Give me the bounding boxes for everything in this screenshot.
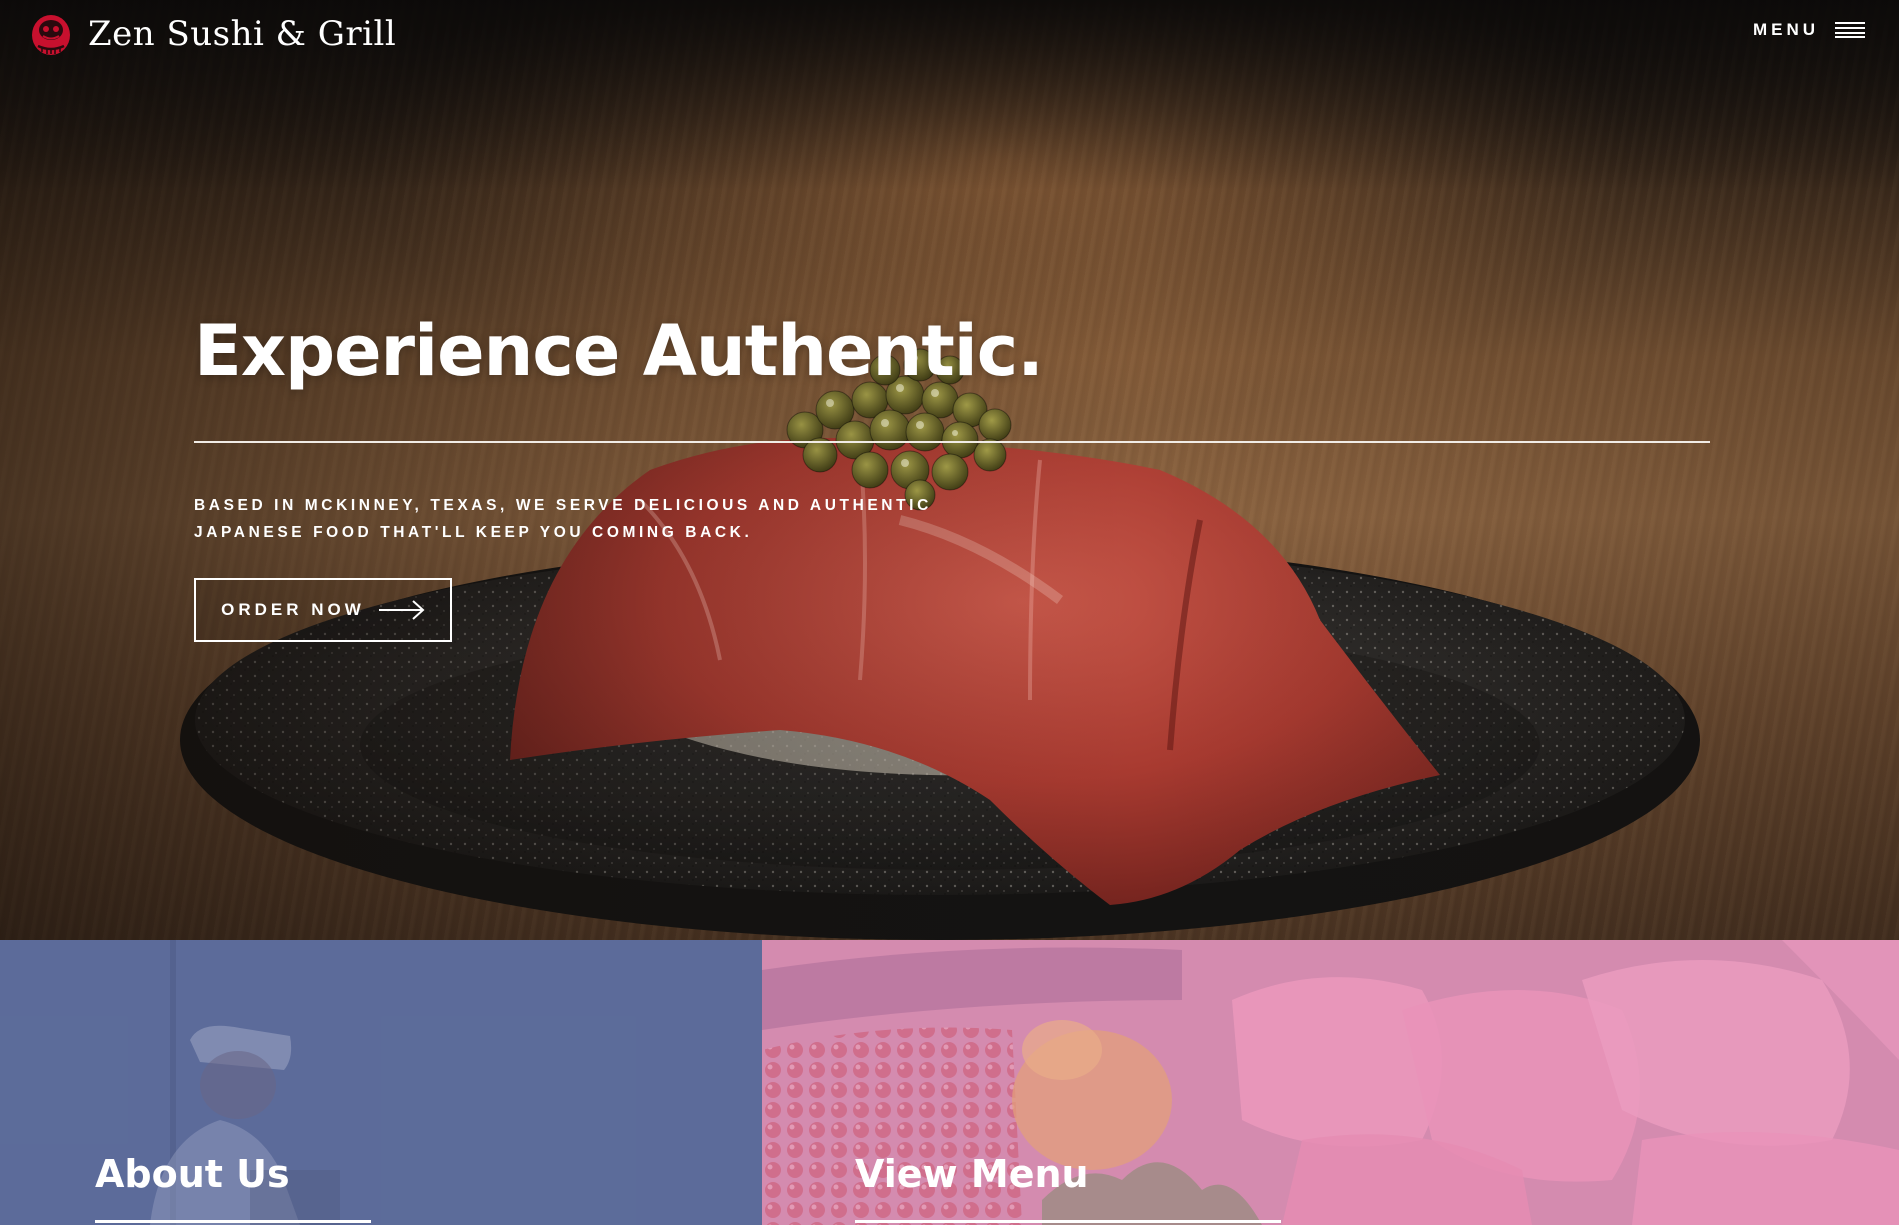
menu-label: MENU bbox=[1752, 20, 1819, 39]
hero-tagline: Based in McKinney, Texas, we serve delic… bbox=[194, 497, 932, 541]
hamburger-icon bbox=[1835, 22, 1865, 38]
order-now-label: ORDER NOW bbox=[221, 600, 365, 619]
daruma-icon bbox=[32, 15, 70, 55]
menu-button[interactable]: MENU bbox=[1753, 20, 1865, 40]
view-menu-panel[interactable]: View Menu bbox=[762, 940, 1899, 1225]
about-us-panel[interactable]: About Us bbox=[0, 940, 762, 1225]
hero-section: Zen Sushi & Grill MENU Experience Authen… bbox=[0, 0, 1899, 940]
about-us-title: About Us bbox=[95, 1152, 290, 1196]
brand-logo-link[interactable]: Zen Sushi & Grill bbox=[30, 12, 396, 56]
brand-name: Zen Sushi & Grill bbox=[88, 14, 397, 54]
view-menu-underline bbox=[855, 1220, 1281, 1223]
order-now-button[interactable]: ORDER NOW bbox=[194, 578, 452, 642]
arrow-right-icon bbox=[378, 600, 425, 620]
view-menu-title: View Menu bbox=[855, 1152, 1089, 1196]
about-us-underline bbox=[95, 1220, 371, 1223]
hero-title: Experience Authentic. bbox=[194, 310, 1044, 392]
hero-divider bbox=[194, 441, 1710, 443]
